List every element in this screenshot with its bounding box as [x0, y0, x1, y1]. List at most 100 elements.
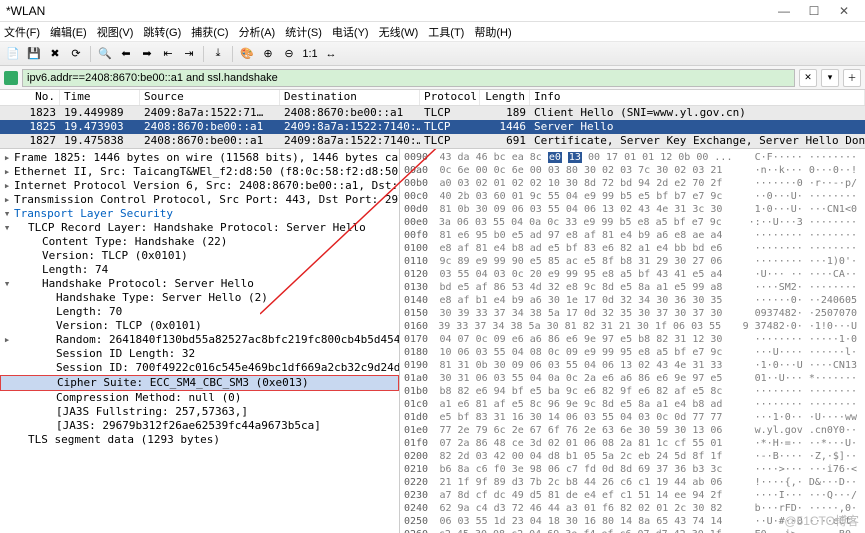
hex-row[interactable]: 01b0b8 82 e6 94 bf e5 ba 9c e6 82 9f e6 …: [404, 385, 861, 398]
hex-row[interactable]: 017004 07 0c 09 e6 a6 86 e6 9e 97 e5 b8 …: [404, 333, 861, 346]
hex-row[interactable]: 00b0a0 03 02 01 02 02 10 30 8d 72 bd 94 …: [404, 177, 861, 190]
resize-columns-icon[interactable]: ↔: [322, 45, 340, 63]
hex-row[interactable]: 0210b6 8a c6 f0 3e 98 06 c7 fd 0d 8d 69 …: [404, 463, 861, 476]
hex-row[interactable]: 015030 39 33 37 34 38 5a 17 0d 32 35 30 …: [404, 307, 861, 320]
col-len[interactable]: Length: [480, 90, 530, 105]
tree-node[interactable]: Version: TLCP (0x0101): [0, 249, 399, 263]
tree-node[interactable]: Content Type: Handshake (22): [0, 235, 399, 249]
packet-row[interactable]: 182719.4758382408:8670:be00::a12409:8a7a…: [0, 134, 865, 148]
packet-details-tree[interactable]: ▸Frame 1825: 1446 bytes on wire (11568 b…: [0, 149, 400, 533]
filter-bookmark-icon[interactable]: [4, 71, 18, 85]
menu-stats[interactable]: 统计(S): [285, 24, 322, 40]
zoom-reset-icon[interactable]: 1:1: [301, 45, 319, 63]
menu-tools[interactable]: 工具(T): [428, 24, 464, 40]
hex-row[interactable]: 00f081 e6 95 b0 e5 ad 97 e8 af 81 e4 b9 …: [404, 229, 861, 242]
tree-node[interactable]: ▾Handshake Protocol: Server Hello: [0, 277, 399, 291]
tree-node[interactable]: Length: 74: [0, 263, 399, 277]
hex-row[interactable]: 00d081 0b 30 09 06 03 55 04 06 13 02 43 …: [404, 203, 861, 216]
packet-bytes-hex[interactable]: 009043 da 46 bc ea 8c e0 13 00 17 01 01 …: [400, 149, 865, 533]
hex-row[interactable]: 009043 da 46 bc ea 8c e0 13 00 17 01 01 …: [404, 151, 861, 164]
hex-row[interactable]: 0230a7 8d cf dc 49 d5 81 de e4 ef c1 51 …: [404, 489, 861, 502]
tree-node[interactable]: [JA3S: 29679b312f26ae62539fc44a9673b5ca]: [0, 419, 399, 433]
col-dst[interactable]: Destination: [280, 90, 420, 105]
tree-node[interactable]: [JA3S Fullstring: 257,57363,]: [0, 405, 399, 419]
go-last-icon[interactable]: ⇥: [180, 45, 198, 63]
hex-row[interactable]: 00e03a 06 03 55 04 0a 0c 33 e9 99 b5 e8 …: [404, 216, 861, 229]
tree-twisty-icon[interactable]: ▸: [2, 193, 12, 207]
tree-twisty-icon[interactable]: ▾: [2, 207, 12, 221]
menu-analyze[interactable]: 分析(A): [239, 24, 276, 40]
display-filter-input[interactable]: [22, 69, 795, 87]
tree-twisty-icon[interactable]: ▸: [2, 333, 12, 347]
tree-twisty-icon[interactable]: ▾: [2, 277, 12, 291]
tree-node[interactable]: ▾TLCP Record Layer: Handshake Protocol: …: [0, 221, 399, 235]
menu-help[interactable]: 帮助(H): [474, 24, 511, 40]
hex-row[interactable]: 01d0e5 bf 83 31 16 30 14 06 03 55 04 03 …: [404, 411, 861, 424]
tree-node[interactable]: TLS segment data (1293 bytes): [0, 433, 399, 447]
hex-row[interactable]: 022021 1f 9f 89 d3 7b 2c b8 44 26 c6 c1 …: [404, 476, 861, 489]
tree-node[interactable]: Length: 70: [0, 305, 399, 319]
tree-twisty-icon[interactable]: ▸: [2, 151, 12, 165]
menu-view[interactable]: 视图(V): [97, 24, 134, 40]
minimize-button[interactable]: —: [769, 4, 799, 18]
filter-expression-button[interactable]: ▾: [821, 69, 839, 87]
tree-node[interactable]: ▸Internet Protocol Version 6, Src: 2408:…: [0, 179, 399, 193]
colorize-icon[interactable]: 🎨: [238, 45, 256, 63]
hex-row[interactable]: 020082 2d 03 42 00 04 d8 b1 05 5a 2c eb …: [404, 450, 861, 463]
col-no[interactable]: No.: [0, 90, 60, 105]
hex-row[interactable]: 00a00c 6e 00 0c 6e 00 03 80 30 02 03 7c …: [404, 164, 861, 177]
tree-node[interactable]: ▸Frame 1825: 1446 bytes on wire (11568 b…: [0, 151, 399, 165]
menu-capture[interactable]: 捕获(C): [191, 24, 228, 40]
tree-node[interactable]: Cipher Suite: ECC_SM4_CBC_SM3 (0xe013): [0, 375, 399, 391]
hex-row[interactable]: 01a030 31 06 03 55 04 0a 0c 2a e6 a6 86 …: [404, 372, 861, 385]
open-file-icon[interactable]: 📄: [4, 45, 22, 63]
tree-node[interactable]: ▸Transmission Control Protocol, Src Port…: [0, 193, 399, 207]
close-file-icon[interactable]: ✖: [46, 45, 64, 63]
packet-row[interactable]: 182519.4739032408:8670:be00::a12409:8a7a…: [0, 120, 865, 134]
hex-row[interactable]: 0130bd e5 af 86 53 4d 32 e8 9c 8d e5 8a …: [404, 281, 861, 294]
menu-telephony[interactable]: 电话(Y): [332, 24, 369, 40]
go-forward-icon[interactable]: ➡: [138, 45, 156, 63]
tree-twisty-icon[interactable]: ▸: [2, 165, 12, 179]
tree-twisty-icon[interactable]: ▸: [2, 179, 12, 193]
hex-row[interactable]: 01f007 2a 86 48 ce 3d 02 01 06 08 2a 81 …: [404, 437, 861, 450]
zoom-in-icon[interactable]: ⊕: [259, 45, 277, 63]
tree-node[interactable]: Session ID: 700f4922c016c545e469bc1df669…: [0, 361, 399, 375]
menu-file[interactable]: 文件(F): [4, 24, 40, 40]
hex-row[interactable]: 01e077 2e 79 6c 2e 67 6f 76 2e 63 6e 30 …: [404, 424, 861, 437]
col-proto[interactable]: Protocol: [420, 90, 480, 105]
auto-scroll-icon[interactable]: ⤓: [209, 45, 227, 63]
tree-node[interactable]: ▸Ethernet II, Src: TaicangT&WEl_f2:d8:50…: [0, 165, 399, 179]
tree-twisty-icon[interactable]: ▾: [2, 221, 12, 235]
packet-row[interactable]: 182319.4499892409:8a7a:1522:71…2408:8670…: [0, 106, 865, 120]
maximize-button[interactable]: ☐: [799, 4, 829, 18]
hex-row[interactable]: 0140e8 af b1 e4 b9 a6 30 1e 17 0d 32 34 …: [404, 294, 861, 307]
hex-row[interactable]: 00c040 2b 03 60 01 9c 55 04 e9 99 b5 e5 …: [404, 190, 861, 203]
hex-row[interactable]: 01c0a1 e6 81 af e5 8c 96 9e 9c 8d e5 8a …: [404, 398, 861, 411]
hex-row[interactable]: 019081 31 0b 30 09 06 03 55 04 06 13 02 …: [404, 359, 861, 372]
packet-list[interactable]: No. Time Source Destination Protocol Len…: [0, 90, 865, 149]
tree-node[interactable]: Version: TLCP (0x0101): [0, 319, 399, 333]
tree-node[interactable]: ▸Random: 2641840f130bd55a82527ac8bfc219f…: [0, 333, 399, 347]
go-back-icon[interactable]: ⬅: [117, 45, 135, 63]
col-info[interactable]: Info: [530, 90, 865, 105]
tree-node[interactable]: Session ID Length: 32: [0, 347, 399, 361]
close-button[interactable]: ✕: [829, 4, 859, 18]
tree-node[interactable]: Handshake Type: Server Hello (2): [0, 291, 399, 305]
zoom-out-icon[interactable]: ⊖: [280, 45, 298, 63]
menu-wireless[interactable]: 无线(W): [379, 24, 419, 40]
find-icon[interactable]: 🔍: [96, 45, 114, 63]
hex-row[interactable]: 018010 06 03 55 04 08 0c 09 e9 99 95 e8 …: [404, 346, 861, 359]
filter-add-button[interactable]: ＋: [843, 69, 861, 87]
menu-edit[interactable]: 编辑(E): [50, 24, 87, 40]
reload-icon[interactable]: ⟳: [67, 45, 85, 63]
filter-clear-button[interactable]: ✕: [799, 69, 817, 87]
tree-node[interactable]: Compression Method: null (0): [0, 391, 399, 405]
hex-row[interactable]: 016039 33 37 34 38 5a 30 81 82 31 21 30 …: [404, 320, 861, 333]
hex-row[interactable]: 01109c 89 e9 99 90 e5 85 ac e5 8f b8 31 …: [404, 255, 861, 268]
col-src[interactable]: Source: [140, 90, 280, 105]
hex-row[interactable]: 0100e8 af 81 e4 b8 ad e5 bf 83 e6 82 a1 …: [404, 242, 861, 255]
go-first-icon[interactable]: ⇤: [159, 45, 177, 63]
tree-node[interactable]: ▾Transport Layer Security: [0, 207, 399, 221]
hex-row[interactable]: 012003 55 04 03 0c 20 e9 99 95 e8 a5 bf …: [404, 268, 861, 281]
